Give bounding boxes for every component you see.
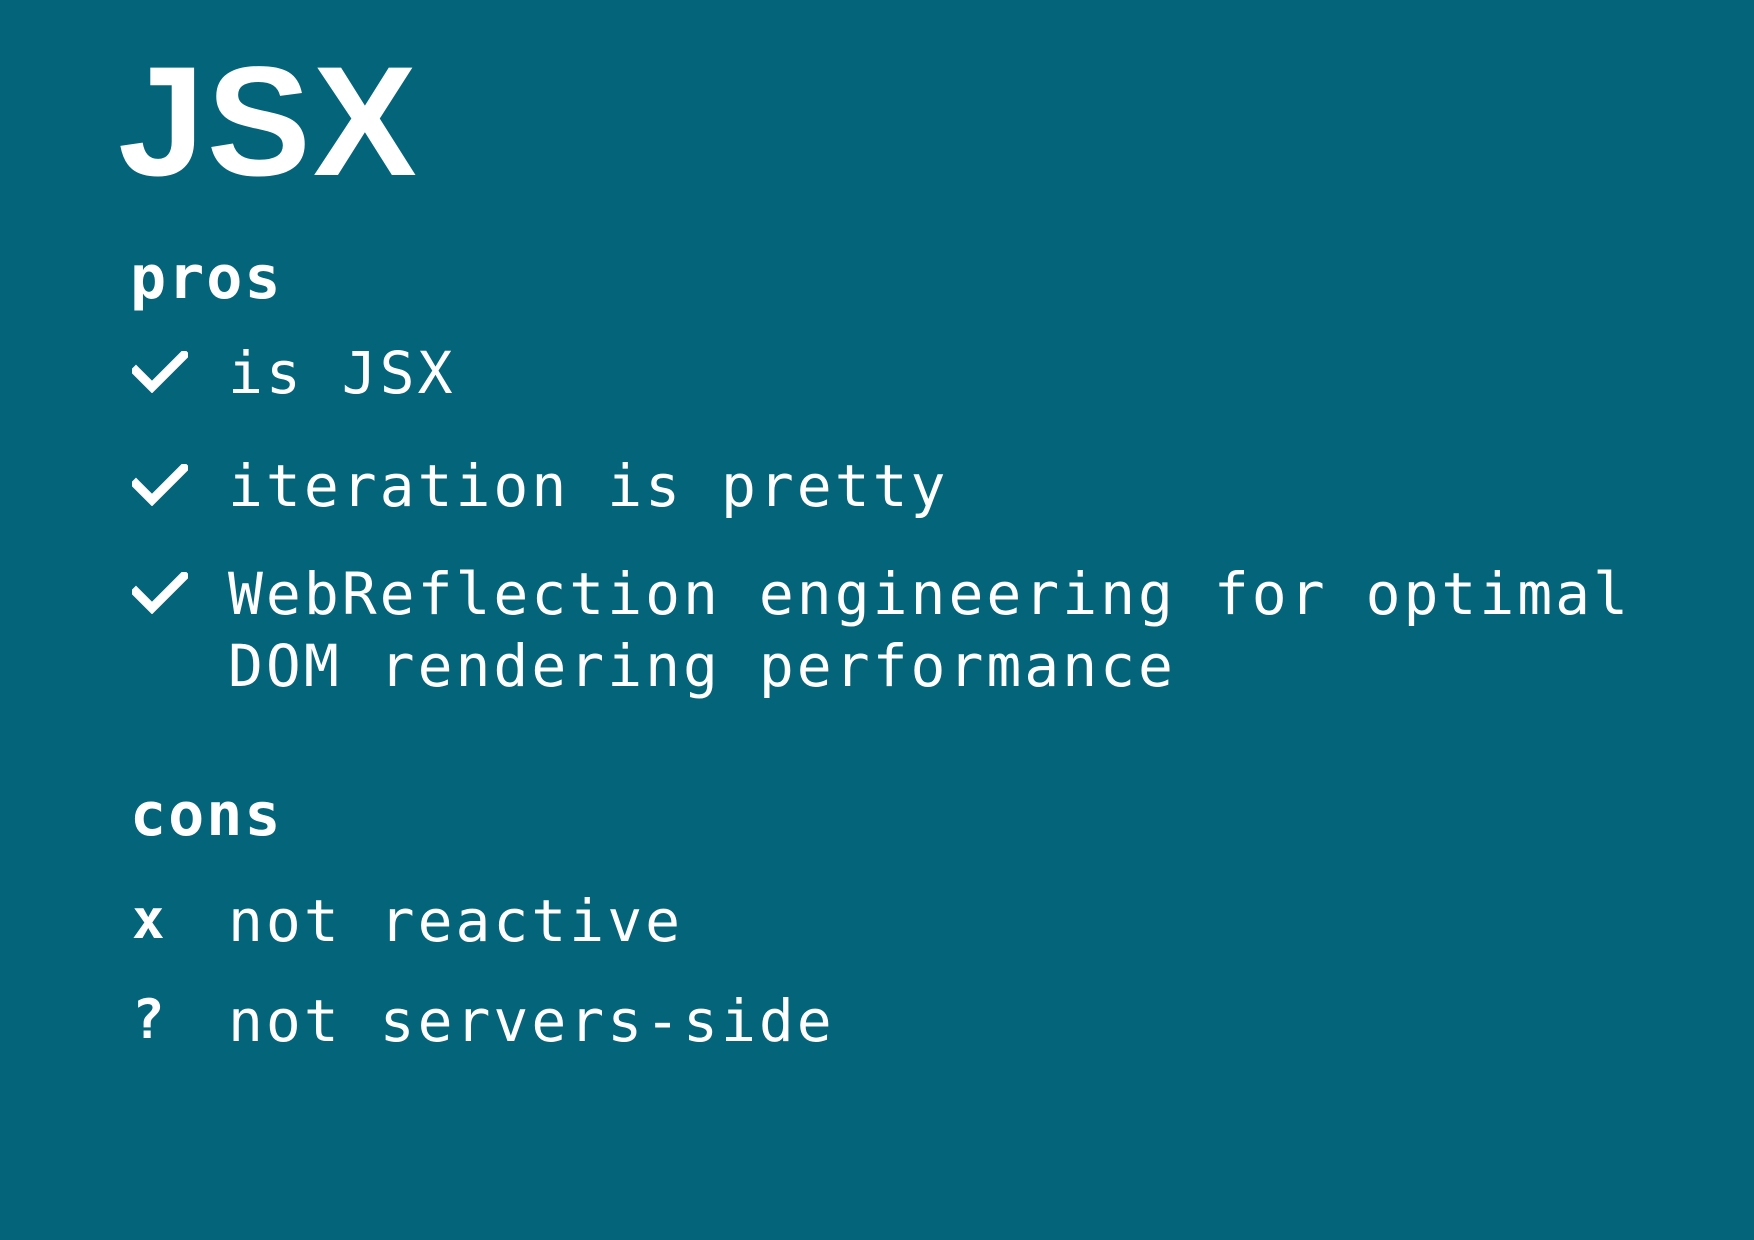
pros-item: is JSX [132, 337, 456, 409]
pros-item-text: WebReflection engineering for optimal DO… [228, 558, 1631, 702]
check-icon [132, 450, 228, 520]
question-mark-icon: ? [132, 988, 165, 1051]
check-icon [132, 558, 228, 628]
cons-item-text: not reactive [228, 887, 684, 955]
cons-item: ? not servers-side [132, 985, 835, 1057]
pros-item-text: iteration is pretty [228, 452, 949, 520]
pros-item: iteration is pretty [132, 450, 948, 522]
pros-heading: pros [130, 243, 283, 313]
slide: JSX pros is JSX iteration is pretty WebR… [0, 0, 1754, 1240]
pros-item-text: is JSX [228, 339, 456, 407]
pros-item: WebReflection engineering for optimal DO… [132, 558, 1631, 702]
cons-item: x not reactive [132, 885, 683, 957]
slide-title: JSX [118, 35, 419, 209]
cons-heading: cons [130, 780, 283, 850]
pros-item-line: WebReflection engineering for optimal [228, 560, 1632, 628]
pros-item-line: DOM rendering performance [228, 632, 1176, 700]
cons-item-text: not servers-side [228, 987, 835, 1055]
x-mark-icon: x [132, 888, 165, 951]
check-icon [132, 337, 228, 407]
